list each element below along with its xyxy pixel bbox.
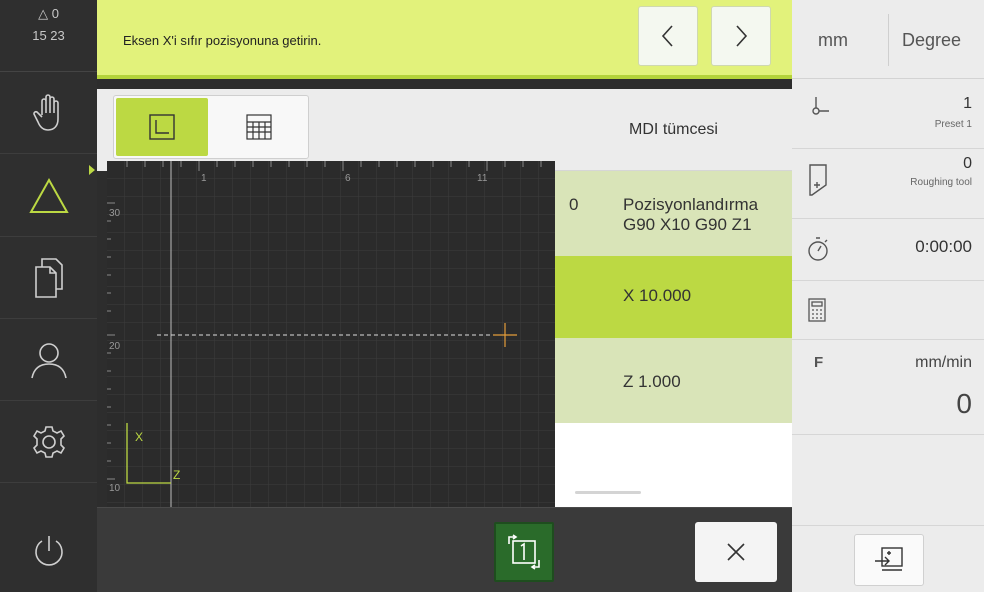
chevron-right-icon [736, 25, 748, 47]
table-view-icon [246, 114, 272, 140]
timer-value: 0:00:00 [915, 237, 972, 256]
mdi-row-x-text: X 10.000 [623, 286, 692, 305]
work-area: 1 6 11 30 20 10 X Z MDI tümcesi 0 Pozisy… [97, 79, 792, 507]
mdi-row-title: Pozisyonlandırma [623, 195, 759, 214]
close-icon [727, 543, 745, 561]
hand-icon [32, 93, 59, 131]
position-graph: 1 6 11 30 20 10 X Z [107, 161, 555, 507]
left-tick-10: 10 [109, 483, 121, 494]
additional-functions-button[interactable] [854, 534, 924, 586]
units-divider [888, 14, 889, 66]
feed-label: F [814, 354, 824, 371]
calculator-icon [808, 298, 826, 322]
mdi-row-z[interactable]: Z 1.000 [555, 338, 792, 423]
nav-manual-mode[interactable] [0, 72, 97, 154]
tool-icon [809, 164, 827, 196]
status-area: △ 0 15 23 [0, 0, 97, 72]
top-tick-1: 1 [201, 173, 207, 184]
instruction-message: Eksen X'i sıfır pozisyonuna getirin. [123, 33, 322, 48]
chevron-left-icon [661, 25, 673, 47]
tool-row[interactable]: 0 Roughing tool [792, 149, 984, 219]
tool-value: 0 [963, 155, 972, 172]
nav-mdi-mode[interactable] [0, 155, 97, 237]
gear-icon [32, 425, 65, 458]
cycle-start-button[interactable] [494, 522, 554, 582]
preset-value: 1 [963, 95, 972, 112]
top-tick-11: 11 [477, 173, 488, 184]
calculator-row[interactable] [792, 281, 984, 340]
status-panel-footer [792, 525, 984, 592]
preset-icon [812, 97, 829, 115]
view-toggle [113, 95, 309, 159]
bottom-toolbar [97, 507, 792, 592]
message-bar: Eksen X'i sıfır pozisyonuna getirin. [97, 0, 792, 79]
axis-x-label: X [135, 430, 143, 444]
scroll-indicator[interactable] [575, 491, 641, 494]
left-tick-20: 20 [109, 341, 121, 352]
mdi-row-command: G90 X10 G90 Z1 [623, 215, 752, 234]
status-line-1: △ 0 [38, 6, 59, 21]
active-indicator [89, 165, 95, 175]
table-view-button[interactable] [212, 98, 306, 156]
nav-settings[interactable] [0, 401, 97, 483]
feed-value: 0 [956, 388, 972, 419]
timer-row[interactable]: 0:00:00 [792, 219, 984, 281]
feed-unit: mm/min [915, 354, 972, 371]
power-icon [34, 536, 63, 566]
feed-rate-row: F mm/min 0 [792, 340, 984, 435]
view-toolbar [97, 89, 555, 171]
nav-file-management[interactable] [0, 237, 97, 319]
angle-unit[interactable]: Degree [902, 30, 961, 51]
mdi-row-z-text: Z 1.000 [623, 372, 681, 391]
mdi-row-text: Pozisyonlandırma G90 X10 G90 Z1 [623, 195, 758, 235]
mdi-panel: MDI tümcesi 0 Pozisyonlandırma G90 X10 G… [555, 89, 792, 507]
mdi-row-x[interactable]: X 10.000 [555, 256, 792, 338]
axis-z-label: Z [173, 468, 180, 482]
user-icon [30, 342, 67, 378]
length-unit[interactable]: mm [818, 30, 848, 51]
mdi-row-positioning[interactable]: 0 Pozisyonlandırma G90 X10 G90 Z1 [555, 171, 792, 256]
mdi-row-index: 0 [569, 195, 579, 214]
import-icon [875, 547, 903, 571]
top-tick-6: 6 [345, 173, 351, 184]
units-selector: mm Degree [792, 0, 984, 79]
status-panel: mm Degree 1 Preset 1 0 Roughing tool 0:0… [792, 0, 984, 592]
graphic-view-button[interactable] [116, 98, 208, 156]
preset-label: Preset 1 [934, 119, 972, 130]
stopwatch-icon [808, 237, 828, 261]
graphic-view-icon [149, 114, 175, 140]
status-clock: 15 23 [32, 28, 65, 43]
left-tick-30: 30 [109, 208, 121, 219]
tool-label: Roughing tool [910, 177, 972, 188]
close-button[interactable] [695, 522, 777, 582]
app-root: △ 0 15 23 Eksen X'i sıfır pozisyonuna ge… [0, 0, 984, 592]
triangle-icon [28, 177, 69, 213]
cycle-start-icon [508, 534, 540, 570]
mdi-header: MDI tümcesi [555, 89, 792, 171]
nav-user-login[interactable] [0, 319, 97, 401]
preset-row[interactable]: 1 Preset 1 [792, 79, 984, 149]
previous-step-button[interactable] [638, 6, 698, 66]
files-icon [34, 257, 63, 298]
main-menu: △ 0 15 23 [0, 0, 97, 592]
nav-power[interactable] [0, 510, 97, 592]
next-step-button[interactable] [711, 6, 771, 66]
